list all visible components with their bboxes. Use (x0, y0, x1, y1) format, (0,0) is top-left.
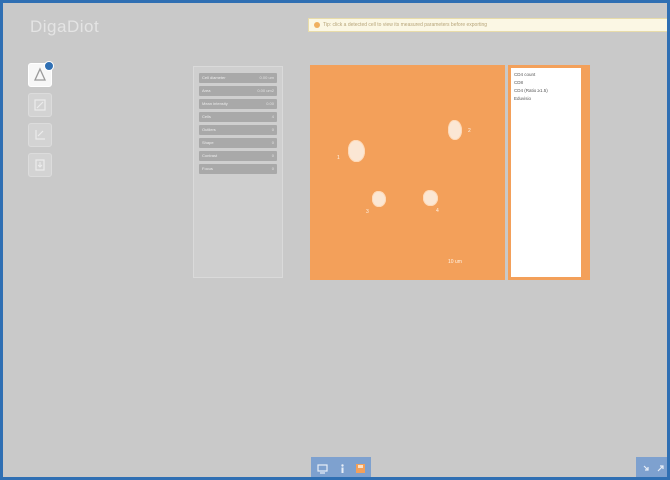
param-value: 0.00 um (259, 75, 274, 80)
cell-label: 1 (337, 155, 340, 161)
shrink-icon[interactable] (641, 463, 652, 474)
notice-bar: Tip: click a detected cell to view its m… (308, 18, 667, 32)
cell-blob[interactable] (423, 190, 438, 206)
bottom-toolbar (311, 457, 371, 477)
param-value: 0.00 um2 (257, 88, 274, 93)
param-value: 4 (271, 114, 274, 119)
param-row[interactable]: Mean intensity 0.00 (199, 99, 277, 109)
active-badge (44, 61, 54, 71)
param-row[interactable]: Outliers 0 (199, 125, 277, 135)
result-line: CD4 count (514, 72, 536, 77)
param-value: 0 (271, 140, 274, 145)
param-row[interactable]: Cells 4 (199, 112, 277, 122)
monitor-icon[interactable] (317, 463, 328, 474)
param-value: 0 (271, 153, 274, 158)
param-label: Area (202, 88, 211, 93)
param-row[interactable]: Shape 0 (199, 138, 277, 148)
crop-tool-button[interactable] (28, 123, 52, 147)
info-icon (314, 21, 320, 28)
app-window: DigaDiot Tip: click a detected cell to v… (0, 0, 670, 480)
results-list: CD4 count CD8 CD4 (Ratio ≥1.5) Eduvisio (511, 68, 581, 277)
cell-blob[interactable] (448, 120, 462, 140)
result-line: CD4 (Ratio ≥1.5) (514, 88, 548, 93)
param-label: Cells (202, 114, 211, 119)
param-label: Focus (202, 166, 213, 171)
crop-tool-icon (35, 130, 45, 140)
cell-tool-button[interactable] (28, 61, 54, 87)
cell-blob[interactable] (372, 191, 386, 207)
ruler-tool-icon (34, 99, 46, 111)
param-value: 0.00 (266, 101, 274, 106)
parameters-panel: Cell diameter 0.00 um Area 0.00 um2 Mean i… (193, 66, 283, 278)
param-value: 0 (271, 166, 274, 171)
param-label: Shape (202, 140, 214, 145)
notice-text: Tip: click a detected cell to view its m… (323, 22, 488, 28)
result-line: CD8 (514, 80, 524, 85)
cell-label: 3 (366, 209, 369, 215)
image-viewer[interactable]: 1 2 3 4 10 um (310, 65, 505, 280)
app-logo: DigaDiot (30, 17, 100, 36)
export-tool-button[interactable] (28, 153, 52, 177)
results-panel: CD4 count CD8 CD4 (Ratio ≥1.5) Eduvisio (508, 65, 590, 280)
param-label: Outliers (202, 127, 216, 132)
ruler-tool-button[interactable] (28, 93, 52, 117)
param-row[interactable]: Contrast 0 (199, 151, 277, 161)
param-row[interactable]: Cell diameter 0.00 um (199, 73, 277, 83)
result-line: Eduvisio (514, 96, 532, 101)
scale-label: 10 um (448, 259, 462, 265)
export-tool-icon (35, 159, 45, 171)
info-icon[interactable] (337, 463, 348, 474)
param-label: Cell diameter (202, 75, 226, 80)
param-row[interactable]: Focus 0 (199, 164, 277, 174)
param-label: Mean intensity (202, 101, 228, 106)
toolbox (28, 61, 56, 183)
expand-icon[interactable] (655, 463, 666, 474)
cell-blob[interactable] (348, 140, 365, 162)
param-label: Contrast (202, 153, 218, 158)
cell-label: 4 (436, 208, 439, 214)
save-icon[interactable] (355, 463, 366, 474)
window-controls (636, 457, 667, 477)
param-value: 0 (271, 127, 274, 132)
param-row[interactable]: Area 0.00 um2 (199, 86, 277, 96)
cell-label: 2 (468, 128, 471, 134)
